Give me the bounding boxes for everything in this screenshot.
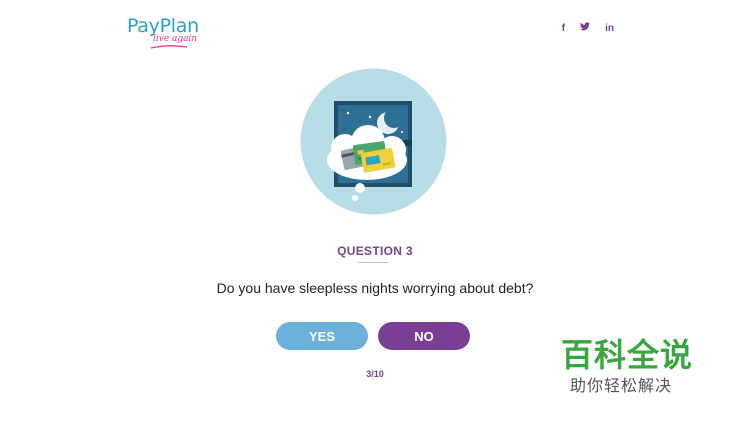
payplan-logo[interactable]: PayPlan live again — [127, 15, 199, 49]
question-label-underline — [358, 262, 388, 263]
social-links: f in — [562, 22, 614, 34]
question-label: QUESTION 3 — [337, 244, 413, 258]
watermark-title: 百科全说 — [561, 336, 694, 374]
twitter-icon[interactable] — [580, 22, 591, 34]
logo-swoosh-icon — [150, 45, 188, 49]
yes-button[interactable]: YES — [276, 322, 368, 350]
logo-tagline: live again — [153, 34, 198, 44]
linkedin-icon[interactable]: in — [605, 23, 614, 34]
watermark-subtitle: 助你轻松解决 — [570, 376, 673, 395]
no-button[interactable]: NO — [378, 322, 470, 350]
sleepless-night-credit-cards-illustration — [300, 68, 447, 215]
question-text: Do you have sleepless nights worrying ab… — [216, 280, 534, 296]
facebook-icon[interactable]: f — [562, 23, 565, 34]
